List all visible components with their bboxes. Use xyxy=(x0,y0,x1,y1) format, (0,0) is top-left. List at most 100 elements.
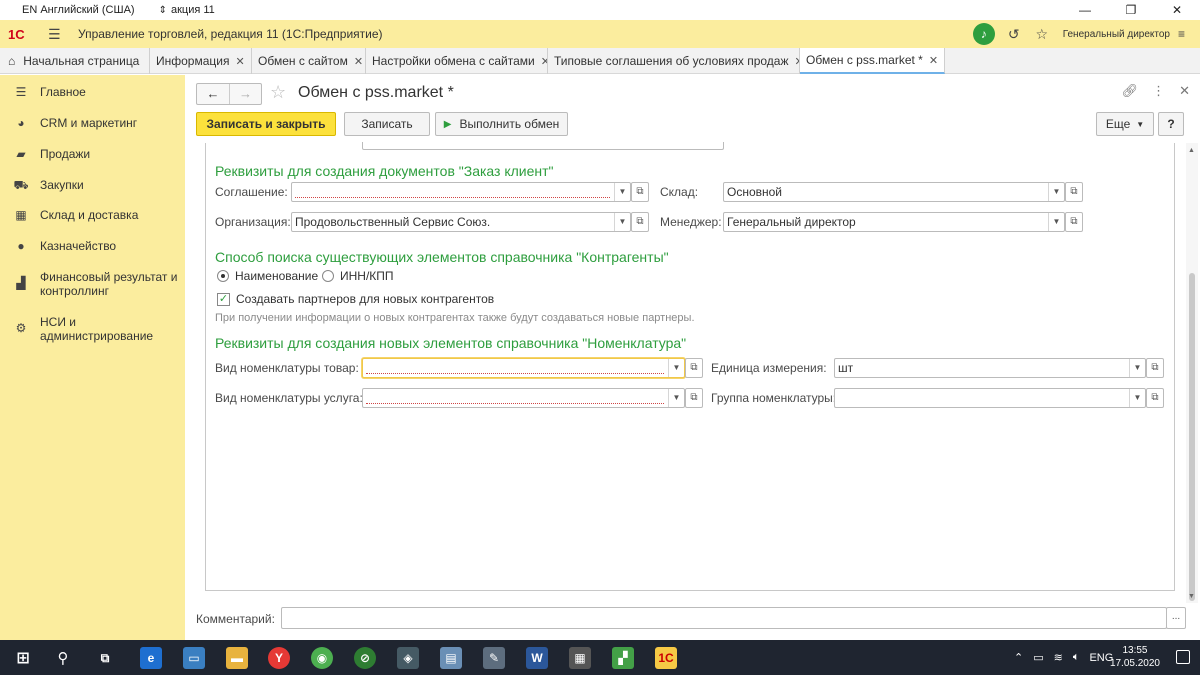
close-tab-icon[interactable]: ✕ xyxy=(929,54,938,67)
calculator-icon[interactable]: ▦ xyxy=(569,647,591,669)
app-icon[interactable]: ▤ xyxy=(440,647,462,669)
sidebar-item-purchases[interactable]: ⛟ Закупки xyxy=(12,178,180,194)
close-form-icon[interactable]: ✕ xyxy=(1179,83,1190,99)
organization-field[interactable]: Продовольственный Сервис Союз. ▼ xyxy=(291,212,631,232)
unit-field[interactable]: шт ▼ xyxy=(834,358,1146,378)
open-icon[interactable]: ⧉ xyxy=(685,388,703,408)
radio-by-name[interactable]: Наименование xyxy=(217,269,318,283)
app-icon[interactable]: ✎ xyxy=(483,647,505,669)
chevron-down-icon[interactable]: ▼ xyxy=(668,389,684,407)
hamburger-menu-icon[interactable]: ☰ xyxy=(48,26,62,43)
notifications-icon[interactable] xyxy=(1176,650,1190,664)
kind-goods-value[interactable] xyxy=(363,359,668,377)
scroll-up-icon[interactable]: ▲ xyxy=(1188,147,1195,154)
ellipsis-icon[interactable]: ... xyxy=(1166,607,1186,629)
radio-selected-icon[interactable] xyxy=(217,270,229,282)
chrome-icon[interactable]: ◉ xyxy=(311,647,333,669)
open-icon[interactable]: ⧉ xyxy=(1146,388,1164,408)
sidebar-item-warehouse[interactable]: ▦ Склад и доставка xyxy=(12,208,180,222)
kind-goods-field[interactable]: ▼ xyxy=(362,358,685,378)
tab-sales-agreements[interactable]: Типовые соглашения об условиях продаж ✕ xyxy=(548,48,800,74)
warehouse-value[interactable]: Основной xyxy=(724,183,1048,201)
close-window-icon[interactable]: ✕ xyxy=(1154,0,1200,20)
word-icon[interactable]: W xyxy=(526,647,548,669)
edge-browser-icon[interactable]: e xyxy=(140,647,162,669)
agreement-field[interactable]: ▼ xyxy=(291,182,631,202)
chevron-down-icon[interactable]: ▼ xyxy=(1129,389,1145,407)
tab-exchange-settings[interactable]: Настройки обмена с сайтами ✕ xyxy=(366,48,548,74)
chevron-up-icon[interactable]: ⌃ xyxy=(1014,651,1023,664)
sidebar-item-sales[interactable]: ▰ Продажи xyxy=(12,147,180,161)
forward-arrow-icon[interactable]: → xyxy=(229,84,261,104)
chevron-down-icon[interactable]: ▼ xyxy=(614,183,630,201)
scroll-thumb[interactable] xyxy=(1189,273,1195,601)
sidebar-item-main[interactable]: ☰ Главное xyxy=(12,85,180,99)
help-button[interactable]: ? xyxy=(1158,112,1184,136)
chevron-down-icon[interactable]: ▼ xyxy=(1048,213,1064,231)
task-view-icon[interactable]: ⧉ xyxy=(94,647,116,669)
file-explorer-icon[interactable]: ▬ xyxy=(226,647,248,669)
windows-start-icon[interactable]: ⊞ xyxy=(12,647,34,669)
restore-icon[interactable]: ❐ xyxy=(1108,0,1154,20)
create-partners-checkbox[interactable]: ✓ Создавать партнеров для новых контраге… xyxy=(217,292,494,306)
bell-icon[interactable]: ♪ xyxy=(972,23,995,45)
group-field[interactable]: ▼ xyxy=(834,388,1146,408)
1c-app-icon[interactable]: 1С xyxy=(655,647,677,669)
group-value[interactable] xyxy=(835,389,1129,407)
manager-value[interactable]: Генеральный директор xyxy=(724,213,1048,231)
desktop-icon[interactable]: ▭ xyxy=(183,647,205,669)
search-icon[interactable]: ⚲ xyxy=(52,647,74,669)
save-and-close-button[interactable]: Записать и закрыть xyxy=(196,112,336,136)
current-user[interactable]: Генеральный директор xyxy=(1063,29,1170,40)
save-button[interactable]: Записать xyxy=(344,112,430,136)
minimize-icon[interactable]: — xyxy=(1062,0,1108,20)
close-tab-icon[interactable]: ✕ xyxy=(235,55,244,68)
history-icon[interactable]: ↺ xyxy=(1003,26,1025,43)
favorites-star-icon[interactable]: ☆ xyxy=(1031,26,1053,43)
chevron-down-icon[interactable]: ▼ xyxy=(1048,183,1064,201)
sidebar-item-admin[interactable]: ⚙ НСИ и администрирование xyxy=(12,315,180,343)
run-exchange-button[interactable]: ▶ Выполнить обмен xyxy=(435,112,568,136)
back-arrow-icon[interactable]: ← xyxy=(197,84,229,104)
wifi-icon[interactable]: ≋ xyxy=(1054,651,1063,664)
sidebar-item-treasury[interactable]: ● Казначейство xyxy=(12,239,180,253)
open-icon[interactable]: ⧉ xyxy=(685,358,703,378)
scroll-down-icon[interactable]: ▼ xyxy=(1188,593,1195,600)
tab-pss-market[interactable]: Обмен с pss.market * ✕ xyxy=(800,48,945,74)
battery-icon[interactable]: ▭ xyxy=(1033,651,1043,664)
kind-service-field[interactable]: ▼ xyxy=(362,388,685,408)
more-button[interactable]: Еще ▼ xyxy=(1096,112,1154,136)
unit-value[interactable]: шт xyxy=(835,359,1129,377)
radio-empty-icon[interactable] xyxy=(322,270,334,282)
sidebar-item-crm[interactable]: ◕ CRM и маркетинг xyxy=(12,116,180,130)
tab-site-exchange[interactable]: Обмен с сайтом ✕ xyxy=(252,48,366,74)
app-icon[interactable]: ⊘ xyxy=(354,647,376,669)
tab-home[interactable]: ⌂ Начальная страница xyxy=(0,48,150,74)
open-icon[interactable]: ⧉ xyxy=(1065,212,1083,232)
more-menu-icon[interactable]: ≡ xyxy=(1178,27,1192,41)
chevron-down-icon[interactable]: ▼ xyxy=(614,213,630,231)
comment-input[interactable] xyxy=(281,607,1167,629)
app-icon[interactable]: ▞ xyxy=(612,647,634,669)
sidebar-item-finance[interactable]: ▟ Финансовый результат и контроллинг xyxy=(12,270,180,298)
tab-info[interactable]: Информация ✕ xyxy=(150,48,252,74)
favorite-star-icon[interactable]: ☆ xyxy=(270,82,286,103)
kind-service-value[interactable] xyxy=(363,389,668,407)
link-icon[interactable]: 🔗︎ xyxy=(1122,83,1139,99)
kebab-menu-icon[interactable]: ⋮ xyxy=(1152,83,1165,99)
app-icon[interactable]: ◈ xyxy=(397,647,419,669)
keyboard-language[interactable]: EN Английский (США) xyxy=(22,4,135,16)
organization-value[interactable]: Продовольственный Сервис Союз. xyxy=(292,213,614,231)
volume-icon[interactable]: 🔈︎ xyxy=(1073,651,1080,664)
chevron-down-icon[interactable]: ▼ xyxy=(1129,359,1145,377)
vertical-scrollbar[interactable]: ▲ ▼ xyxy=(1186,143,1198,603)
open-icon[interactable]: ⧉ xyxy=(1146,358,1164,378)
manager-field[interactable]: Генеральный директор ▼ xyxy=(723,212,1065,232)
taskbar-clock[interactable]: 13:55 17.05.2020 xyxy=(1110,644,1160,670)
radio-by-inn[interactable]: ИНН/КПП xyxy=(322,269,394,283)
close-tab-icon[interactable]: ✕ xyxy=(541,55,547,68)
close-tab-icon[interactable]: ✕ xyxy=(354,55,363,68)
yandex-browser-icon[interactable]: Y xyxy=(268,647,290,669)
open-icon[interactable]: ⧉ xyxy=(631,182,649,202)
warehouse-field[interactable]: Основной ▼ xyxy=(723,182,1065,202)
